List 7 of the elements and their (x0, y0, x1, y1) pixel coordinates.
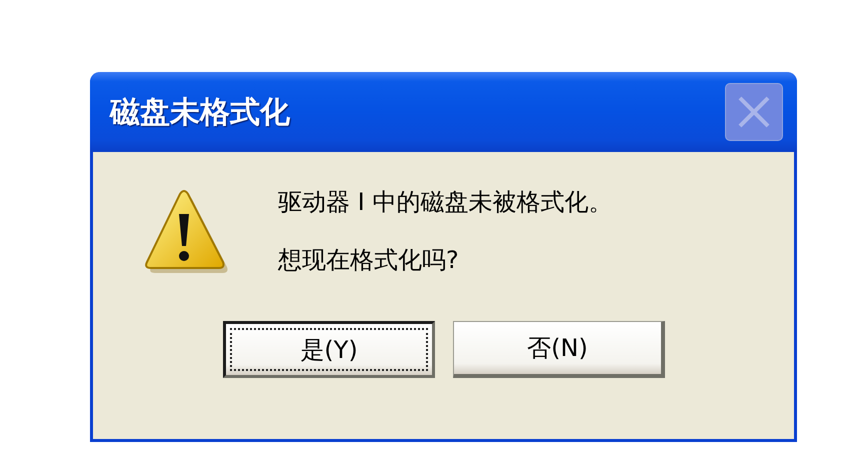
window-title: 磁盘未格式化 (110, 94, 290, 132)
warning-icon (142, 190, 228, 274)
dialog-button[interactable]: 是(Y) (223, 321, 435, 378)
dialog-button[interactable]: 否(N) (453, 321, 665, 378)
message-text: 驱动器 I 中的磁盘未被格式化。 (278, 187, 612, 218)
close-icon (736, 94, 772, 130)
message-text: 想现在格式化吗? (278, 245, 460, 276)
